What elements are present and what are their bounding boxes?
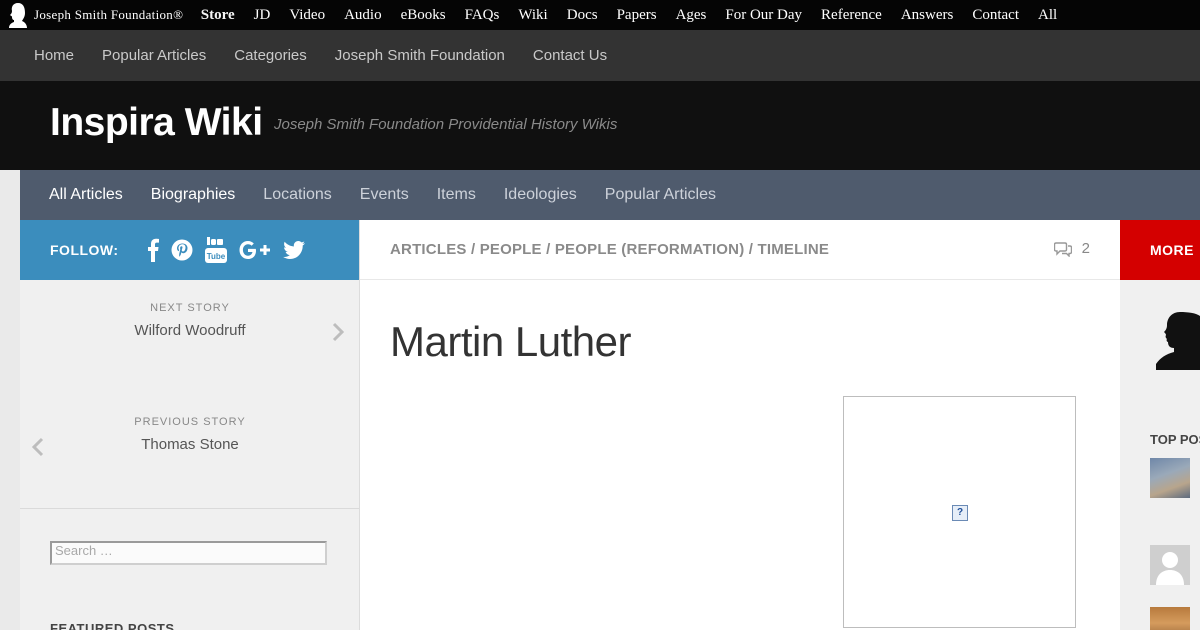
featured-posts-heading: FEATURED POSTS bbox=[50, 621, 175, 630]
topnav-ebooks[interactable]: eBooks bbox=[391, 0, 455, 30]
subnav-contact-us[interactable]: Contact Us bbox=[519, 47, 621, 64]
top-post-thumbnail[interactable] bbox=[1150, 545, 1190, 585]
breadcrumb[interactable]: ARTICLES / PEOPLE / PEOPLE (REFORMATION)… bbox=[390, 241, 829, 258]
topnav-video[interactable]: Video bbox=[280, 0, 335, 30]
previous-story-link[interactable]: PREVIOUS STORY Thomas Stone bbox=[20, 416, 360, 453]
previous-story-kicker: PREVIOUS STORY bbox=[134, 416, 246, 428]
topnav-store[interactable]: Store bbox=[191, 0, 244, 30]
topnav-reference[interactable]: Reference bbox=[812, 0, 892, 30]
subnav-popular-articles[interactable]: Popular Articles bbox=[88, 47, 220, 64]
pinterest-icon[interactable] bbox=[171, 239, 193, 261]
top-post-thumbnail[interactable] bbox=[1150, 607, 1190, 630]
subnav-categories[interactable]: Categories bbox=[220, 47, 321, 64]
breadcrumb-bar: ARTICLES / PEOPLE / PEOPLE (REFORMATION)… bbox=[360, 220, 1120, 280]
topnav-contact[interactable]: Contact bbox=[963, 0, 1029, 30]
topnav-jd[interactable]: JD bbox=[244, 0, 280, 30]
main-nav: All Articles Biographies Locations Event… bbox=[20, 170, 1200, 220]
secondary-nav: Home Popular Articles Categories Joseph … bbox=[0, 30, 1200, 81]
default-avatar-icon bbox=[1156, 552, 1184, 585]
next-story-link[interactable]: NEXT STORY Wilford Woodruff bbox=[20, 302, 360, 339]
brand-name: Joseph Smith Foundation® bbox=[34, 7, 184, 22]
chevron-left-icon[interactable] bbox=[31, 437, 44, 463]
silhouette-portrait-icon bbox=[1156, 312, 1200, 370]
comments-count: 2 bbox=[1081, 240, 1090, 257]
chevron-right-icon[interactable] bbox=[332, 322, 345, 348]
main-content: ARTICLES / PEOPLE / PEOPLE (REFORMATION)… bbox=[360, 220, 1120, 630]
comments-link[interactable]: 2 bbox=[1053, 240, 1090, 257]
topnav-all[interactable]: All bbox=[1029, 0, 1067, 30]
mainnav-all-articles[interactable]: All Articles bbox=[35, 186, 137, 204]
more-label: MORE bbox=[1150, 242, 1194, 258]
twitter-icon[interactable] bbox=[282, 241, 305, 259]
site-topbar: Joseph Smith Foundation® Store JD Video … bbox=[0, 0, 1200, 30]
mainnav-events[interactable]: Events bbox=[346, 186, 423, 204]
google-plus-icon[interactable] bbox=[239, 240, 271, 260]
site-description: Joseph Smith Foundation Providential His… bbox=[274, 116, 618, 133]
facebook-icon[interactable] bbox=[147, 238, 159, 262]
subnav-home[interactable]: Home bbox=[20, 47, 88, 64]
mainnav-items[interactable]: Items bbox=[423, 186, 490, 204]
site-title[interactable]: Inspira Wiki bbox=[50, 101, 263, 145]
topnav-for-our-day[interactable]: For Our Day bbox=[716, 0, 812, 30]
mainnav-locations[interactable]: Locations bbox=[249, 186, 346, 204]
site-header: Inspira Wiki Joseph Smith Foundation Pro… bbox=[0, 81, 1200, 170]
topnav-answers[interactable]: Answers bbox=[891, 0, 963, 30]
social-links: Tube bbox=[147, 237, 317, 263]
comments-icon bbox=[1053, 241, 1072, 257]
svg-text:Tube: Tube bbox=[206, 252, 225, 261]
topnav-faqs[interactable]: FAQs bbox=[455, 0, 509, 30]
right-sidebar: MORE TOP POS bbox=[1120, 220, 1200, 630]
silhouette-logo-icon bbox=[9, 3, 27, 28]
top-post-thumbnail[interactable] bbox=[1150, 458, 1190, 498]
follow-bar: FOLLOW: Tube bbox=[20, 220, 359, 280]
topnav-ages[interactable]: Ages bbox=[666, 0, 716, 30]
topnav-papers[interactable]: Papers bbox=[607, 0, 666, 30]
mainnav-ideologies[interactable]: Ideologies bbox=[490, 186, 591, 204]
left-sidebar: FOLLOW: Tube NEXT STORY Wilford Woodruff bbox=[20, 220, 360, 630]
foundation-brand[interactable]: Joseph Smith Foundation® bbox=[8, 0, 183, 30]
youtube-icon[interactable]: Tube bbox=[204, 237, 227, 263]
previous-story-title[interactable]: Thomas Stone bbox=[20, 436, 360, 453]
subnav-joseph-smith-foundation[interactable]: Joseph Smith Foundation bbox=[321, 47, 519, 64]
next-story-title[interactable]: Wilford Woodruff bbox=[20, 322, 360, 339]
top-posts-heading: TOP POS bbox=[1150, 432, 1200, 447]
next-story-kicker: NEXT STORY bbox=[150, 302, 230, 314]
topnav-wiki[interactable]: Wiki bbox=[509, 0, 557, 30]
mainnav-biographies[interactable]: Biographies bbox=[137, 186, 250, 204]
topnav-docs[interactable]: Docs bbox=[557, 0, 607, 30]
site-nav: Store JD Video Audio eBooks FAQs Wiki Do… bbox=[191, 0, 1066, 30]
mainnav-popular-articles[interactable]: Popular Articles bbox=[591, 186, 730, 204]
article-title: Martin Luther bbox=[390, 318, 631, 365]
topnav-audio[interactable]: Audio bbox=[335, 0, 392, 30]
article-image-placeholder: ? bbox=[843, 396, 1076, 628]
more-bar[interactable]: MORE bbox=[1120, 220, 1200, 280]
follow-label: FOLLOW: bbox=[50, 242, 119, 258]
story-navigation: NEXT STORY Wilford Woodruff PREVIOUS STO… bbox=[20, 280, 359, 509]
broken-image-icon: ? bbox=[952, 505, 968, 521]
search-input[interactable]: Search … bbox=[50, 541, 327, 565]
